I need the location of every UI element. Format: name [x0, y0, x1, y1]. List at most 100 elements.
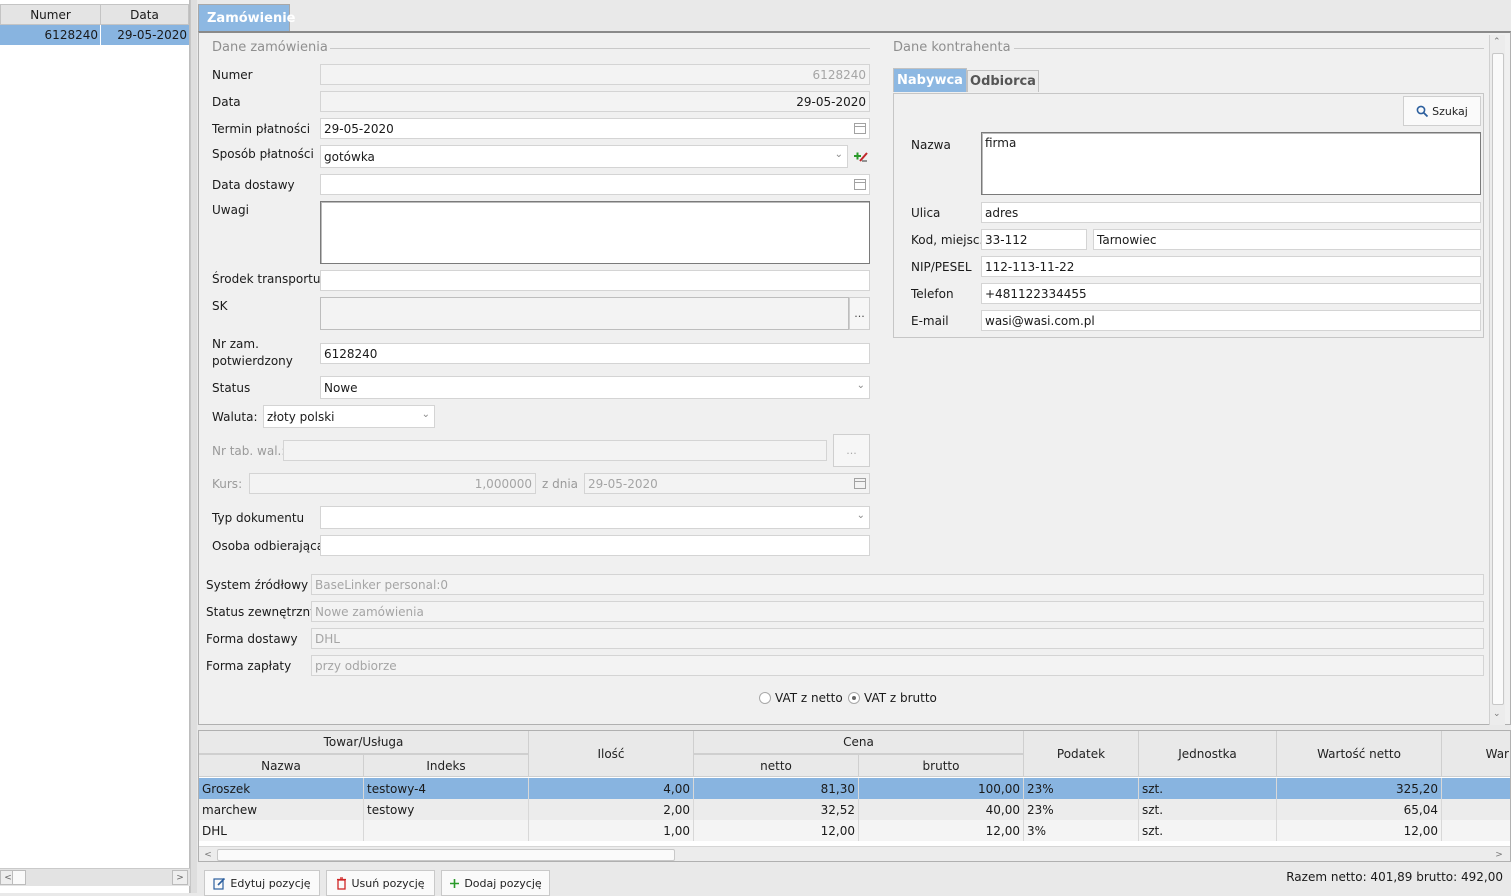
scroll-thumb[interactable] — [12, 870, 26, 885]
column-header-wartosc[interactable]: War — [1442, 731, 1510, 777]
email-field[interactable]: wasi@wasi.com.pl — [981, 310, 1481, 331]
section-divider — [1014, 48, 1484, 49]
column-header-jednostka[interactable]: Jednostka — [1139, 731, 1277, 777]
sposob-platnosci-select[interactable]: gotówka ⌄ — [320, 145, 848, 168]
form-vscrollbar[interactable]: ⌃ ⌄ — [1489, 35, 1505, 725]
typ-dokumentu-select[interactable]: ⌄ — [320, 506, 870, 529]
kod-pocztowy-field[interactable]: 33-112 — [981, 229, 1087, 250]
edit-payment-methods-icon[interactable] — [851, 147, 869, 165]
section-title-dane-kontrahenta: Dane kontrahenta — [893, 40, 1011, 55]
z-dnia-field: 29-05-2020 — [584, 473, 870, 494]
vat-brutto-radio[interactable] — [848, 692, 860, 704]
calendar-icon[interactable] — [854, 122, 866, 134]
scroll-up-icon[interactable]: ⌃ — [1493, 37, 1501, 47]
email-label: E-mail — [911, 314, 949, 328]
button-label: Usuń pozycję — [351, 876, 425, 890]
tab-odbiorca[interactable]: Odbiorca — [967, 70, 1039, 92]
uwagi-textarea[interactable] — [320, 201, 870, 264]
table-row[interactable]: Groszek testowy-4 4,00 81,30 100,00 23% … — [199, 778, 1510, 799]
cell-brutto: 12,00 — [859, 820, 1024, 841]
nip-pesel-field[interactable]: 112-113-11-22 — [981, 256, 1481, 277]
calendar-icon[interactable] — [854, 178, 866, 190]
tab-nabywca[interactable]: Nabywca — [893, 68, 967, 92]
scroll-left-icon[interactable]: < — [201, 848, 215, 861]
nr-tab-wal-label: Nr tab. wal.: — [212, 444, 286, 458]
table-hscrollbar[interactable]: < > — [199, 846, 1510, 861]
order-form-panel: Dane zamówienia Numer 6128240 Data 29-05… — [198, 31, 1511, 725]
nr-zam-potwierdzony-field[interactable]: 6128240 — [320, 343, 870, 364]
waluta-label: Waluta: — [212, 410, 258, 424]
szukaj-button[interactable]: Szukaj — [1403, 96, 1481, 126]
srodek-transportu-field[interactable] — [320, 270, 870, 291]
vat-netto-label[interactable]: VAT z netto — [775, 691, 843, 705]
data-field[interactable]: 29-05-2020 — [320, 91, 870, 112]
cell-brutto: 100,00 — [859, 778, 1024, 799]
numer-field[interactable]: 6128240 — [320, 64, 870, 85]
edytuj-pozycje-button[interactable]: Edytuj pozycję — [204, 870, 320, 896]
scroll-right-icon[interactable]: > — [1492, 848, 1506, 861]
sk-label: SK — [212, 299, 228, 313]
cell-nazwa: DHL — [199, 820, 364, 841]
chevron-down-icon: ⌄ — [421, 408, 430, 420]
order-row-numer[interactable]: 6128240 — [0, 25, 101, 45]
miejscowosc-field[interactable]: Tarnowiec — [1093, 229, 1481, 250]
section-divider — [330, 48, 870, 49]
nr-zam-label-line1: Nr zam. — [212, 337, 259, 351]
tab-zamowienie[interactable]: Zamówienie — [198, 4, 296, 31]
panel-splitter[interactable] — [190, 0, 197, 893]
sposob-platnosci-label: Sposób płatności — [212, 147, 314, 161]
tab-label: Zamówienie — [207, 10, 296, 26]
cell-podatek: 23% — [1024, 799, 1139, 820]
section-title-dane-zamowienia: Dane zamówienia — [212, 40, 328, 55]
chevron-down-icon: ⌄ — [834, 148, 843, 160]
cell-wartosc-netto: 325,20 — [1277, 778, 1442, 799]
cell-jednostka: szt. — [1139, 799, 1277, 820]
scroll-down-icon[interactable]: ⌄ — [1493, 709, 1501, 719]
column-header-numer[interactable]: Numer — [0, 4, 101, 25]
telefon-label: Telefon — [911, 287, 954, 301]
status-select[interactable]: Nowe ⌄ — [320, 376, 870, 399]
cell-indeks: testowy-4 — [364, 778, 529, 799]
vat-brutto-label[interactable]: VAT z brutto — [864, 691, 937, 705]
nazwa-textarea[interactable]: firma — [981, 132, 1481, 195]
cell-text: 29-05-2020 — [117, 28, 187, 42]
kurs-field: 1,000000 — [249, 473, 536, 494]
scroll-thumb[interactable] — [1492, 53, 1504, 705]
status-zewnetrzny-label: Status zewnętrzny — [206, 605, 318, 619]
vat-netto-radio[interactable] — [759, 692, 771, 704]
left-list-hscrollbar[interactable]: < > — [0, 868, 190, 886]
telefon-field[interactable]: +481122334455 — [981, 283, 1481, 304]
column-header-ilosc[interactable]: Ilość — [529, 731, 694, 777]
cell-netto: 32,52 — [694, 799, 859, 820]
order-row-data[interactable]: 29-05-2020 — [101, 25, 189, 45]
column-header-data[interactable]: Data — [100, 4, 189, 25]
data-dostawy-field[interactable] — [320, 174, 870, 195]
column-header-indeks[interactable]: Indeks — [364, 755, 529, 777]
sk-browse-button[interactable]: ... — [849, 297, 870, 330]
column-header-wartosc-netto[interactable]: Wartość netto — [1277, 731, 1442, 777]
column-header-netto[interactable]: netto — [694, 755, 859, 777]
column-header-nazwa[interactable]: Nazwa — [199, 755, 364, 777]
table-row[interactable]: DHL 1,00 12,00 12,00 3% szt. 12,00 — [199, 820, 1510, 841]
field-text: 29-05-2020 — [588, 476, 658, 491]
column-group-towar: Towar/Usługa — [199, 731, 529, 755]
termin-platnosci-field[interactable]: 29-05-2020 — [320, 118, 870, 139]
cell-podatek: 23% — [1024, 778, 1139, 799]
ulica-field[interactable]: adres — [981, 202, 1481, 223]
cell-netto: 12,00 — [694, 820, 859, 841]
waluta-select[interactable]: złoty polski ⌄ — [263, 405, 435, 428]
scroll-right-icon[interactable]: > — [172, 870, 188, 885]
dodaj-pozycje-button[interactable]: Dodaj pozycję — [441, 870, 550, 896]
cell-jednostka: szt. — [1139, 778, 1277, 799]
typ-dokumentu-label: Typ dokumentu — [212, 511, 305, 525]
osoba-odbierajaca-field[interactable] — [320, 535, 870, 556]
chevron-down-icon: ⌄ — [856, 509, 865, 521]
table-row[interactable]: marchew testowy 2,00 32,52 40,00 23% szt… — [199, 799, 1510, 820]
scroll-thumb[interactable] — [217, 849, 675, 861]
tab-label: Nabywca — [897, 73, 963, 88]
sk-field[interactable] — [320, 297, 849, 330]
usun-pozycje-button[interactable]: Usuń pozycję — [326, 870, 435, 896]
column-header-podatek[interactable]: Podatek — [1024, 731, 1139, 777]
column-header-brutto[interactable]: brutto — [859, 755, 1024, 777]
cell-indeks — [364, 820, 529, 841]
